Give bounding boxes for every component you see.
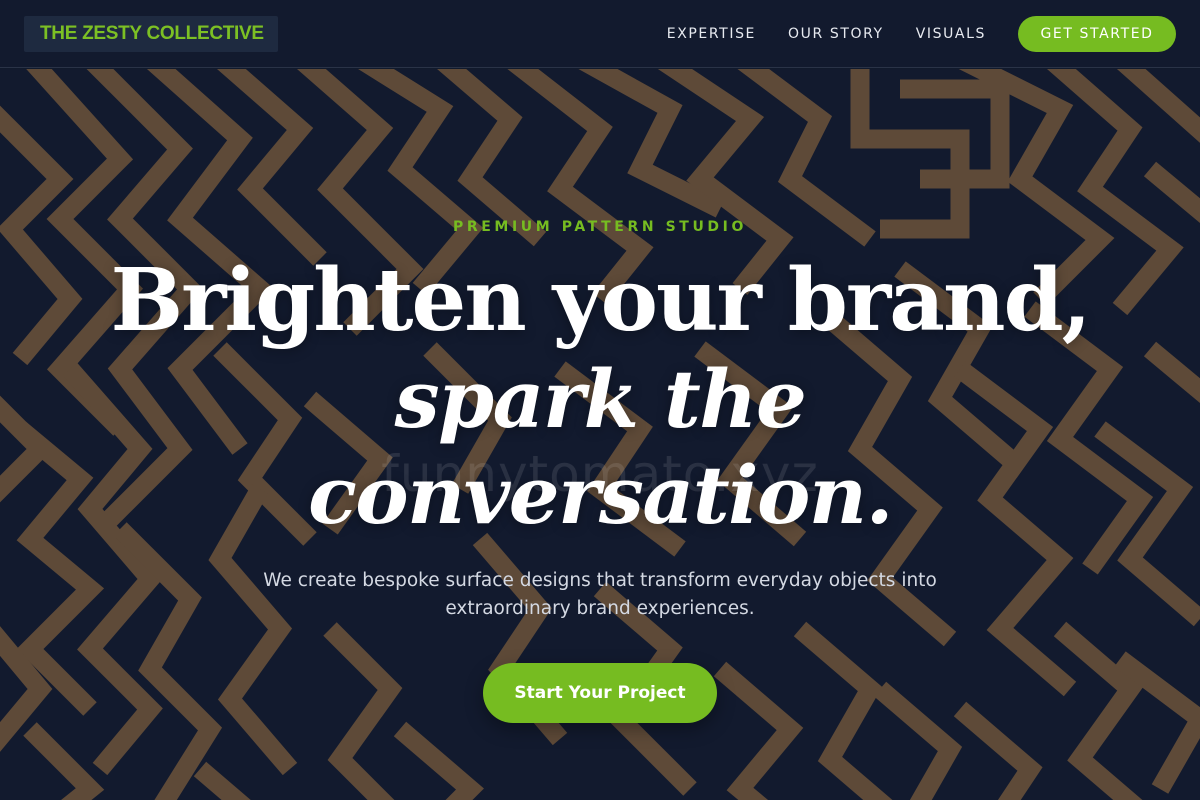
brand-logo[interactable]: THE ZESTY COLLECTIVE xyxy=(24,16,278,52)
headline-line-1: Brighten your brand, xyxy=(110,250,1091,351)
hero-eyebrow: PREMIUM PATTERN STUDIO xyxy=(453,219,747,235)
start-your-project-button[interactable]: Start Your Project xyxy=(483,663,717,723)
headline-line-3: conversation. xyxy=(308,448,893,542)
headline-line-2: spark the xyxy=(394,352,807,446)
hero-section: PREMIUM PATTERN STUDIO Brighten your bra… xyxy=(0,69,1200,800)
nav-link-visuals[interactable]: VISUALS xyxy=(916,26,986,42)
nav-link-expertise[interactable]: EXPERTISE xyxy=(667,26,756,42)
get-started-button[interactable]: GET STARTED xyxy=(1018,16,1176,52)
top-navbar: THE ZESTY COLLECTIVE EXPERTISE OUR STORY… xyxy=(0,0,1200,68)
landing-page: THE ZESTY COLLECTIVE EXPERTISE OUR STORY… xyxy=(0,0,1200,800)
hero-subtext: We create bespoke surface designs that t… xyxy=(263,570,937,619)
nav-link-our-story[interactable]: OUR STORY xyxy=(788,26,884,42)
hero-content: PREMIUM PATTERN STUDIO Brighten your bra… xyxy=(0,69,1200,800)
hero-headline: Brighten your brand, spark the conversat… xyxy=(0,251,1200,543)
nav-links: EXPERTISE OUR STORY VISUALS xyxy=(667,0,986,68)
